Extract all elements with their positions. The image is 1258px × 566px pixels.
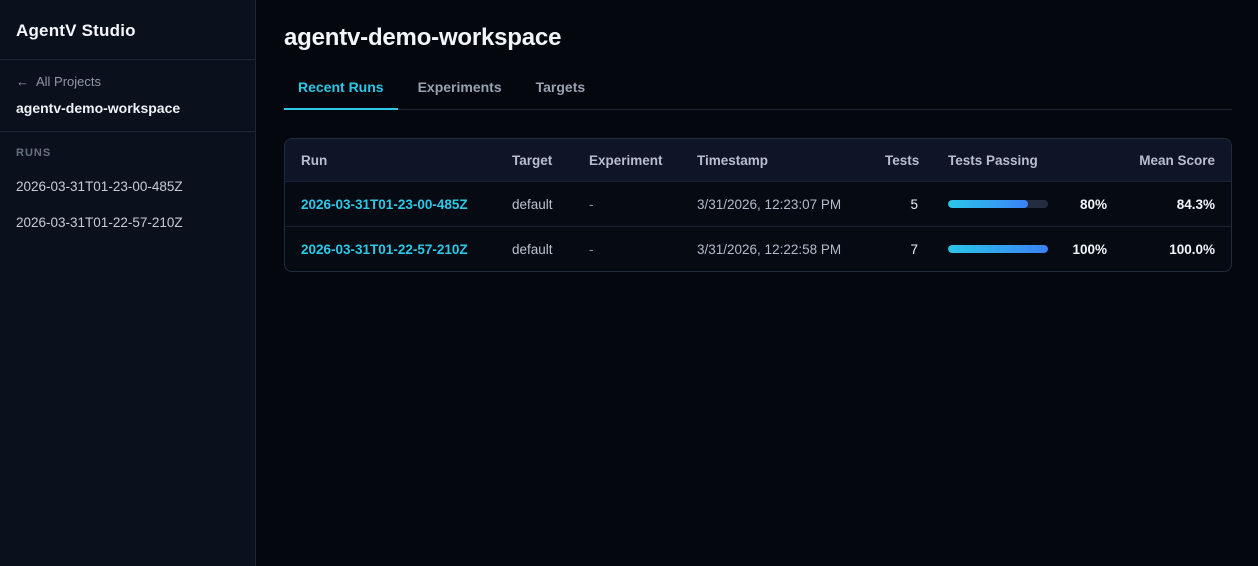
table-row: 2026-03-31T01-23-00-485Z default - 3/31/…	[285, 181, 1231, 226]
timestamp-cell: 3/31/2026, 12:22:58 PM	[697, 241, 842, 257]
progress-fill	[948, 200, 1028, 208]
col-header-timestamp: Timestamp	[697, 152, 769, 168]
tests-cell: 7	[910, 241, 918, 257]
main-content: agentv-demo-workspace Recent Runs Experi…	[256, 0, 1258, 566]
sidebar-workspace-name: agentv-demo-workspace	[16, 100, 181, 116]
passing-percent: 100%	[1072, 241, 1107, 257]
timestamp-cell: 3/31/2026, 12:23:07 PM	[697, 196, 842, 212]
runs-table-header: Run Target Experiment Timestamp Tests Te…	[285, 139, 1231, 181]
experiment-cell: -	[589, 196, 594, 212]
passing-cell: 100%	[918, 242, 1107, 257]
progress-bar	[948, 245, 1048, 253]
tab-experiments[interactable]: Experiments	[404, 79, 516, 110]
runs-table-body: 2026-03-31T01-23-00-485Z default - 3/31/…	[285, 181, 1231, 271]
sidebar-run-item[interactable]: 2026-03-31T01-23-00-485Z	[16, 172, 239, 201]
sidebar-run-item[interactable]: 2026-03-31T01-22-57-210Z	[16, 208, 239, 237]
tests-cell: 5	[910, 196, 918, 212]
all-projects-link[interactable]: ← All Projects	[16, 74, 239, 89]
col-header-tests: Tests	[885, 152, 920, 168]
col-header-target: Target	[512, 152, 553, 168]
sidebar: AgentV Studio ← All Projects agentv-demo…	[0, 0, 256, 566]
mean-score-cell: 84.3%	[1176, 196, 1215, 212]
col-header-run: Run	[301, 152, 328, 168]
runs-section-label: RUNS	[16, 147, 52, 159]
col-header-tests-passing: Tests Passing	[948, 152, 1038, 168]
sidebar-runs-list: 2026-03-31T01-23-00-485Z 2026-03-31T01-2…	[16, 172, 239, 237]
run-link[interactable]: 2026-03-31T01-22-57-210Z	[301, 242, 512, 257]
progress-fill	[948, 245, 1048, 253]
page-title: agentv-demo-workspace	[284, 24, 562, 51]
tab-targets[interactable]: Targets	[522, 79, 600, 110]
runs-section: RUNS 2026-03-31T01-23-00-485Z 2026-03-31…	[0, 132, 255, 259]
runs-table: Run Target Experiment Timestamp Tests Te…	[284, 138, 1232, 272]
app-title: AgentV Studio	[16, 21, 136, 40]
tabbar: Recent Runs Experiments Targets	[284, 79, 1232, 110]
sidebar-header: AgentV Studio	[0, 0, 255, 60]
all-projects-label: All Projects	[36, 74, 102, 89]
progress-bar	[948, 200, 1048, 208]
passing-percent: 80%	[1079, 196, 1107, 212]
project-section: ← All Projects agentv-demo-workspace	[0, 60, 255, 132]
target-cell: default	[512, 241, 553, 257]
target-cell: default	[512, 196, 553, 212]
col-header-experiment: Experiment	[589, 152, 663, 168]
passing-cell: 80%	[918, 197, 1107, 212]
mean-score-cell: 100.0%	[1169, 241, 1215, 257]
run-link[interactable]: 2026-03-31T01-23-00-485Z	[301, 197, 512, 212]
back-arrow-icon: ←	[16, 74, 29, 89]
experiment-cell: -	[589, 241, 594, 257]
col-header-mean-score: Mean Score	[1139, 152, 1215, 168]
tab-recent-runs[interactable]: Recent Runs	[284, 79, 398, 110]
table-row: 2026-03-31T01-22-57-210Z default - 3/31/…	[285, 226, 1231, 271]
